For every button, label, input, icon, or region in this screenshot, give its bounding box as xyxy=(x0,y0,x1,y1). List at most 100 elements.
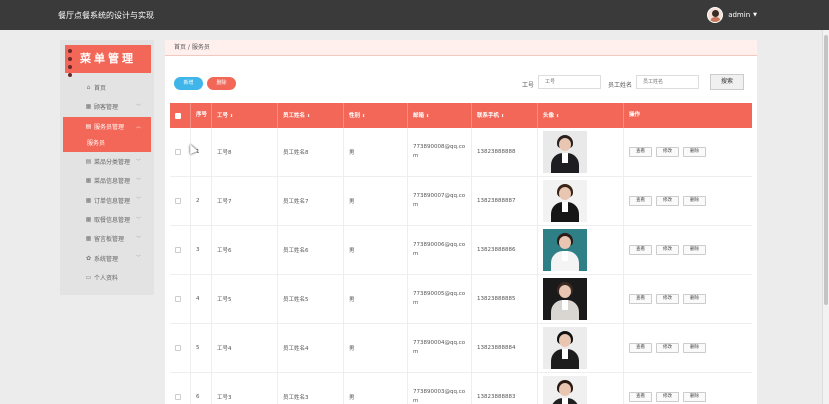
chevron-down-icon: ﹀ xyxy=(135,255,141,262)
breadcrumb: 首页 / 服务员 xyxy=(165,40,757,56)
cell-phone: 13823888885 xyxy=(472,275,538,323)
header-email[interactable]: 邮箱 ⬍ xyxy=(408,103,472,128)
select-all-checkbox[interactable] xyxy=(175,113,181,119)
cell-gender: 男 xyxy=(344,324,408,372)
row-delete-button[interactable]: 删除 xyxy=(683,196,706,206)
cell-ops: 查看 修改 删除 xyxy=(624,324,752,372)
row-checkbox[interactable] xyxy=(175,149,181,155)
cell-phone: 13823888887 xyxy=(472,177,538,225)
calendar-icon: ▭ xyxy=(85,273,92,281)
row-delete-button[interactable]: 删除 xyxy=(683,245,706,255)
sidebar-item-0[interactable]: ⌂ 首页 xyxy=(63,78,151,97)
cell-job: 工号4 xyxy=(212,324,278,372)
cell-photo xyxy=(538,324,624,372)
cell-name: 员工姓名8 xyxy=(278,128,344,176)
sidebar-item-2[interactable]: ▤ 服务员管理 ︿ xyxy=(63,116,151,136)
cell-phone: 13823888888 xyxy=(472,128,538,176)
sidebar-item-5[interactable]: ▦ 订单信息管理 ﹀ xyxy=(63,190,151,209)
row-checkbox-cell[interactable] xyxy=(170,275,191,323)
row-delete-button[interactable]: 删除 xyxy=(683,294,706,304)
job-search-input[interactable] xyxy=(538,75,601,89)
search-button[interactable]: 搜索 xyxy=(710,74,744,90)
row-checkbox-cell[interactable] xyxy=(170,226,191,274)
row-checkbox-cell[interactable] xyxy=(170,324,191,372)
cell-phone: 13823888883 xyxy=(472,373,538,404)
view-button[interactable]: 查看 xyxy=(629,245,652,255)
row-checkbox-cell[interactable] xyxy=(170,128,191,176)
sidebar-item-8[interactable]: ✿ 系统管理 ﹀ xyxy=(63,248,151,267)
row-checkbox[interactable] xyxy=(175,247,181,253)
table-row: 6 工号3 员工姓名3 男 773890003@qq.com 13823888883 查看修… xyxy=(170,373,752,404)
row-delete-button[interactable]: 删除 xyxy=(683,147,706,157)
sidebar-item-3[interactable]: ▤ 菜品分类管理 ﹀ xyxy=(63,152,151,171)
header-checkbox-cell[interactable] xyxy=(170,103,191,128)
header-phone[interactable]: 联系手机 ⬍ xyxy=(472,103,538,128)
sidebar: 菜单管理 ⌂ 首页 ▦ 顾客管理 ﹀ ▤ 服务员管理 ︿ 服务员 ▤ 菜品分类管理 ﹀ ▦ 菜品信息管理 ﹀… xyxy=(60,40,154,295)
cell-ops: 查看 修改 删除 xyxy=(624,373,752,404)
page-scrollbar[interactable] xyxy=(822,30,829,404)
view-button[interactable]: 查看 xyxy=(629,343,652,353)
view-button[interactable]: 查看 xyxy=(629,392,652,402)
edit-button[interactable]: 修改 xyxy=(656,294,679,304)
staff-photo xyxy=(543,131,587,173)
row-checkbox[interactable] xyxy=(175,296,181,302)
name-search-label: 员工姓名 xyxy=(608,82,633,89)
row-checkbox-cell[interactable] xyxy=(170,373,191,404)
sidebar-subitem-2[interactable]: 服务员 xyxy=(63,135,151,152)
cell-job: 工号5 xyxy=(212,275,278,323)
edit-button[interactable]: 修改 xyxy=(656,392,679,402)
cell-name: 员工姓名4 xyxy=(278,324,344,372)
cell-name: 员工姓名7 xyxy=(278,177,344,225)
staff-photo xyxy=(543,229,587,271)
edit-button[interactable]: 修改 xyxy=(656,196,679,206)
row-delete-button[interactable]: 删除 xyxy=(683,343,706,353)
caret-down-icon[interactable]: ▼ xyxy=(753,12,757,18)
cell-photo xyxy=(538,275,624,323)
row-delete-button[interactable]: 删除 xyxy=(683,392,706,402)
cell-gender: 男 xyxy=(344,128,408,176)
view-button[interactable]: 查看 xyxy=(629,196,652,206)
edit-button[interactable]: 修改 xyxy=(656,343,679,353)
sidebar-item-9[interactable]: ▭ 个人资料 xyxy=(63,268,151,287)
staff-photo xyxy=(543,376,587,404)
main-content: 首页 / 服务员 新增 删除 工号 员工姓名 搜索 序号 工号⬍ 员工姓名⬍ 性… xyxy=(165,40,757,404)
cell-ops: 查看 修改 删除 xyxy=(624,275,752,323)
chevron-down-icon: ﹀ xyxy=(135,104,141,111)
row-checkbox[interactable] xyxy=(175,198,181,204)
header-name[interactable]: 员工姓名 ⬍ xyxy=(278,103,344,128)
table-row: 4 工号5 员工姓名5 男 773890005@qq.com 13823888885 查看修… xyxy=(170,275,752,324)
sidebar-item-6[interactable]: ▦ 取餐信息管理 ﹀ xyxy=(63,210,151,229)
row-checkbox-cell[interactable] xyxy=(170,177,191,225)
name-search-input[interactable] xyxy=(636,75,699,89)
view-button[interactable]: 查看 xyxy=(629,294,652,304)
row-checkbox[interactable] xyxy=(175,345,181,351)
cell-name: 员工姓名6 xyxy=(278,226,344,274)
job-search-label: 工号 xyxy=(522,82,535,89)
header-gender[interactable]: 性别 ⬍ xyxy=(344,103,408,128)
header-job[interactable]: 工号 ⬍ xyxy=(212,103,278,128)
add-button[interactable]: 新增 xyxy=(174,77,203,90)
row-checkbox[interactable] xyxy=(175,394,181,400)
sidebar-item-label: 留言板管理 xyxy=(94,236,125,244)
header-photo[interactable]: 头像 ⬍ xyxy=(538,103,624,128)
cell-no: 6 xyxy=(191,373,212,404)
scrollbar-thumb[interactable] xyxy=(824,35,828,305)
cell-email: 773890004@qq.com xyxy=(408,324,472,372)
cell-job: 工号8 xyxy=(212,128,278,176)
user-menu[interactable]: admin ▼ xyxy=(707,7,757,23)
edit-button[interactable]: 修改 xyxy=(656,147,679,157)
username[interactable]: admin xyxy=(728,11,750,19)
chevron-down-icon: ﹀ xyxy=(135,216,141,223)
table-row: 2 工号7 员工姓名7 男 773890007@qq.com 13823888887 查看修… xyxy=(170,177,752,226)
edit-button[interactable]: 修改 xyxy=(656,245,679,255)
view-button[interactable]: 查看 xyxy=(629,147,652,157)
cell-photo xyxy=(538,177,624,225)
sidebar-item-7[interactable]: ▦ 留言板管理 ﹀ xyxy=(63,229,151,248)
sidebar-item-label: 订单信息管理 xyxy=(94,197,131,205)
sidebar-item-1[interactable]: ▦ 顾客管理 ﹀ xyxy=(63,97,151,116)
grid-icon: ▦ xyxy=(85,215,92,223)
delete-button[interactable]: 删除 xyxy=(207,77,236,90)
sidebar-item-4[interactable]: ▦ 菜品信息管理 ﹀ xyxy=(63,171,151,190)
sort-icon: ⬍ xyxy=(556,113,560,118)
avatar[interactable] xyxy=(707,7,724,23)
